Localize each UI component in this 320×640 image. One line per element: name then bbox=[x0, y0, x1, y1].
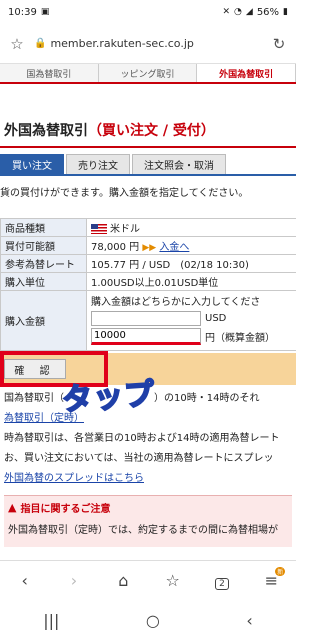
table-row: 購入金額 購入金額はどちらかに入力してくださ USD 円（概算金額） bbox=[0, 290, 296, 351]
usd-unit-label: USD bbox=[205, 313, 227, 324]
tabs-count: 2 bbox=[215, 578, 229, 590]
url-text: member.rakuten-sec.co.jp bbox=[50, 37, 194, 50]
home-icon[interactable]: ⌂ bbox=[109, 571, 137, 590]
address-field[interactable]: 🔒 member.rakuten-sec.co.jp bbox=[34, 37, 262, 50]
back-icon[interactable]: ‹ bbox=[11, 571, 39, 590]
reload-icon[interactable]: ↻ bbox=[268, 35, 290, 53]
bookmarks-icon[interactable]: ☆ bbox=[159, 571, 187, 590]
gallery-icon: ▣ bbox=[40, 7, 50, 17]
caution-box: ▲ 指目に関するご注意 外国為替取引（定時）では、約定するまでの間に為替相場が bbox=[4, 495, 292, 547]
new-badge: 新 bbox=[275, 567, 286, 576]
buying-power-label: 買付可能額 bbox=[0, 236, 87, 255]
table-row: 参考為替レート 105.77 円 / USD (02/18 10:30) bbox=[0, 254, 296, 273]
page-title-sub: （買い注文 / 受付） bbox=[88, 123, 215, 139]
page-title: 外国為替取引（買い注文 / 受付） bbox=[0, 120, 296, 142]
us-flag-icon bbox=[91, 224, 107, 234]
deposit-link[interactable]: 入金へ bbox=[159, 242, 189, 253]
status-time: 10:39 bbox=[8, 6, 37, 18]
rate-label: 参考為替レート bbox=[0, 254, 87, 273]
battery-level: 56% bbox=[256, 6, 280, 18]
rate-value: 105.77 円 / USD (02/18 10:30) bbox=[86, 254, 296, 273]
screen: { "status_bar": { "time": "10:39", "batt… bbox=[0, 0, 296, 640]
status-bar: 10:39 ▣ ✕ ◔ ◢ 56% ▮ bbox=[0, 0, 296, 24]
currency-label: 商品種類 bbox=[0, 218, 87, 237]
amount-note: 購入金額はどちらかに入力してくださ bbox=[91, 297, 261, 308]
battery-icon: ▮ bbox=[283, 7, 288, 17]
tab-sell-order[interactable]: 売り注文 bbox=[66, 154, 130, 174]
title-divider bbox=[0, 146, 296, 148]
warning-icon: ▲ bbox=[8, 501, 17, 514]
browser-bottom-nav: ‹ › ⌂ ☆ 2 ≡ 新 bbox=[0, 560, 296, 600]
unit-value: 1.00USD以上0.01USD単位 bbox=[86, 272, 296, 291]
note-line-2: 時為替取引は、各営業日の10時および14時の適用為替レート bbox=[4, 433, 280, 444]
wifi-icon: ◔ bbox=[234, 7, 242, 17]
table-row: 商品種類 米ドル bbox=[0, 218, 296, 237]
jpy-amount-input[interactable] bbox=[91, 328, 201, 345]
table-row: 買付可能額 78,000 円 ▶▶ 入金へ bbox=[0, 236, 296, 255]
forward-icon[interactable]: › bbox=[60, 571, 88, 590]
tab-buy-order[interactable]: 買い注文 bbox=[0, 154, 64, 174]
site-nav-tabs: 国為替取引 ッピング取引 外国為替取引 bbox=[0, 64, 296, 84]
jpy-unit-label: 円（概算金額） bbox=[205, 333, 275, 344]
menu-icon[interactable]: ≡ 新 bbox=[257, 567, 286, 590]
recent-apps-icon[interactable]: ||| bbox=[43, 611, 59, 630]
table-row: 購入単位 1.00USD以上0.01USD単位 bbox=[0, 272, 296, 291]
amount-cell: 購入金額はどちらかに入力してくださ USD 円（概算金額） bbox=[86, 290, 296, 351]
page-title-main: 外国為替取引 bbox=[4, 123, 88, 139]
system-back-icon[interactable]: ‹ bbox=[246, 611, 252, 630]
signal-icon: ◢ bbox=[245, 7, 253, 17]
site-tab-2[interactable]: ッピング取引 bbox=[98, 64, 198, 82]
note-line-3: お、買い注文においては、当社の適用為替レートにスプレッ bbox=[4, 453, 274, 464]
caution-title: 指目に関するご注意 bbox=[20, 504, 111, 515]
arrow-icon: ▶▶ bbox=[142, 243, 157, 253]
order-form-table: 商品種類 米ドル 買付可能額 78,000 円 ▶▶ 入金へ 参考為替レート 1… bbox=[0, 218, 296, 351]
page-description: 貨の買付けができます。購入金額を指定してください。 bbox=[0, 188, 249, 199]
url-bar: ☆ 🔒 member.rakuten-sec.co.jp ↻ bbox=[0, 24, 296, 64]
tab-order-inquiry[interactable]: 注文照会・取消 bbox=[132, 154, 226, 174]
usd-amount-input[interactable] bbox=[91, 311, 201, 326]
mute-icon: ✕ bbox=[222, 7, 231, 17]
bookmark-star-icon[interactable]: ☆ bbox=[6, 35, 28, 53]
system-nav-bar: ||| ○ ‹ bbox=[0, 600, 296, 640]
spread-link[interactable]: 外国為替のスプレッドはこちら bbox=[4, 469, 292, 489]
home-button-icon[interactable]: ○ bbox=[146, 611, 160, 630]
tabs-button[interactable]: 2 bbox=[208, 571, 236, 590]
site-tab-forex[interactable]: 外国為替取引 bbox=[197, 64, 296, 82]
caution-body: 外国為替取引（定時）では、約定するまでの間に為替相場が bbox=[8, 525, 278, 536]
amount-label: 購入金額 bbox=[0, 290, 87, 351]
currency-cell: 米ドル bbox=[86, 218, 296, 237]
unit-label: 購入単位 bbox=[0, 272, 87, 291]
lock-icon: 🔒 bbox=[34, 38, 47, 49]
currency-value: 米ドル bbox=[110, 224, 140, 235]
tap-annotation: タップ bbox=[60, 376, 157, 419]
buying-power-value: 78,000 円 bbox=[91, 242, 140, 253]
order-tabs: 買い注文 売り注文 注文照会・取消 bbox=[0, 154, 296, 176]
buying-power-cell: 78,000 円 ▶▶ 入金へ bbox=[86, 236, 296, 255]
site-tab-1[interactable]: 国為替取引 bbox=[0, 64, 99, 82]
